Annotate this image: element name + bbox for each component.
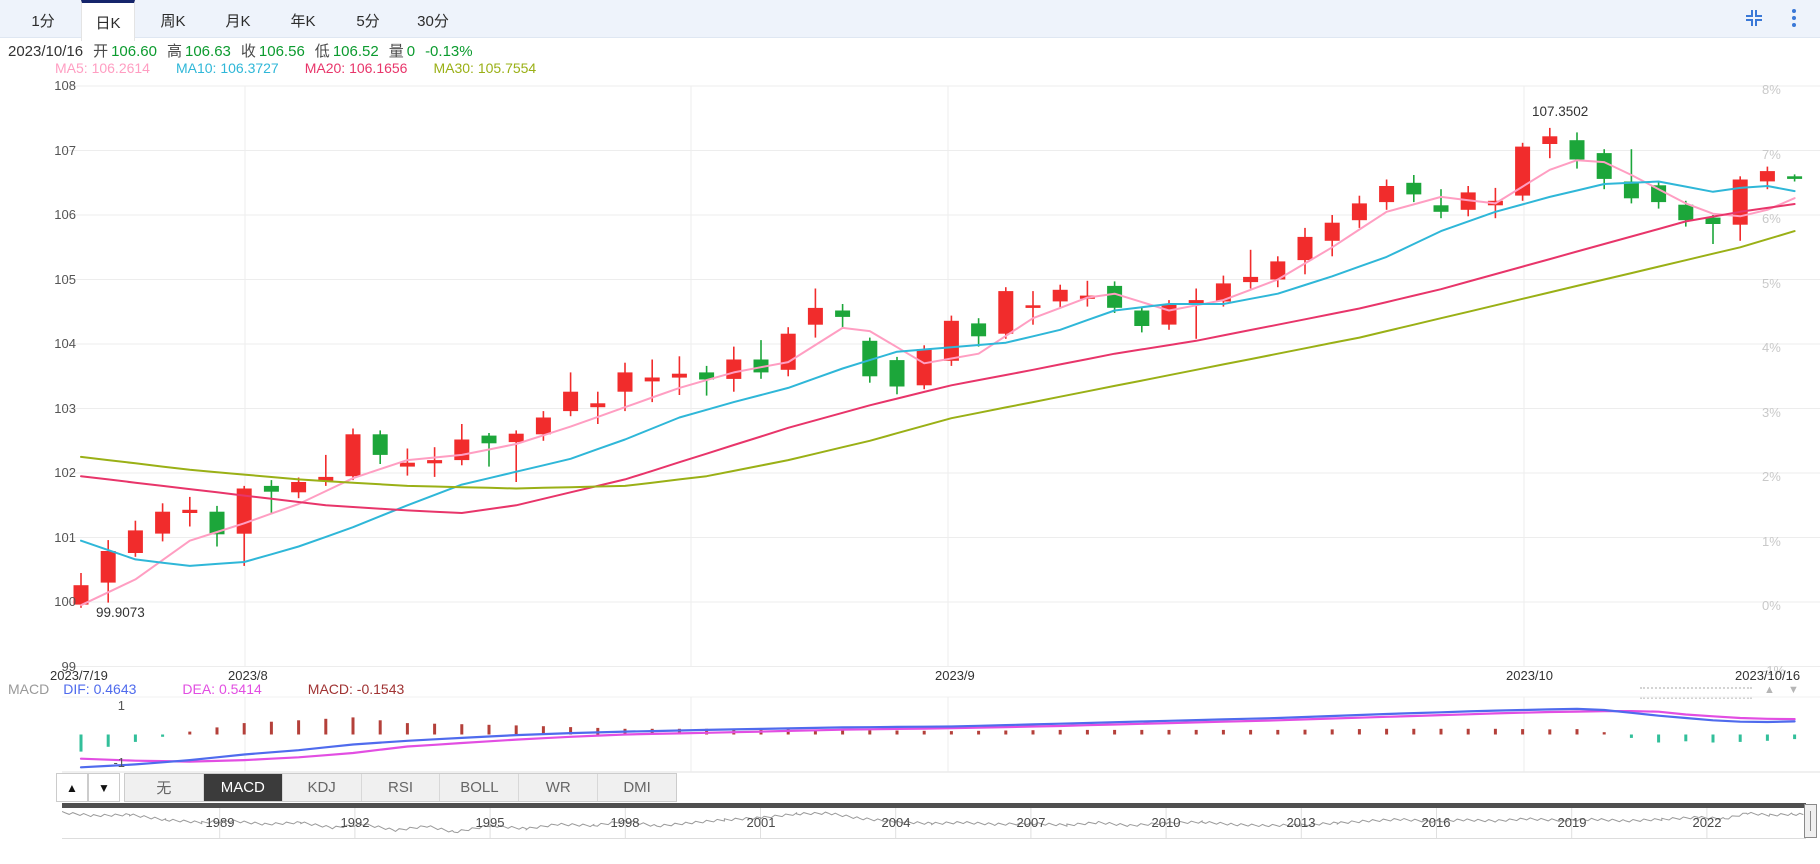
period-tab-2[interactable]: 周K <box>146 0 200 37</box>
percent-tick-4: 4% <box>1762 340 1781 355</box>
navigator-chart <box>61 808 1804 838</box>
navigator-year-3: 1998 <box>610 815 640 830</box>
quote-field-label-4: 量 <box>388 43 404 60</box>
indicator-tab-bar: 无 MACD KDJ RSI BOLL WR DMI <box>124 773 677 802</box>
ma-value-0: MA5: 106.2614 <box>55 60 150 76</box>
percent-tick-0: 8% <box>1762 82 1781 97</box>
period-tab-3[interactable]: 月K <box>211 0 265 37</box>
period-tab-6[interactable]: 30分 <box>406 0 460 37</box>
indicator-tab-4[interactable]: BOLL <box>440 774 520 801</box>
quote-field-value-1: 106.63 <box>185 43 231 60</box>
indicator-tab-2[interactable]: KDJ <box>283 774 362 801</box>
price-tick-1: 107 <box>54 143 76 158</box>
price-tick-3: 105 <box>54 272 76 287</box>
navigator-year-1: 1992 <box>340 815 370 830</box>
ma-overlay-bar: MA5: 106.2614 MA10: 106.3727 MA20: 106.165… <box>55 60 562 80</box>
price-tick-0: 108 <box>54 78 76 93</box>
date-tick-4: 2023/10/16 <box>1735 668 1801 683</box>
date-tick-2: 2023/9 <box>935 668 975 683</box>
more-menu-icon[interactable] <box>1782 6 1806 30</box>
navigator-year-4: 2001 <box>746 815 776 830</box>
navigator-year-8: 2013 <box>1286 815 1316 830</box>
quote-field-label-3: 低 <box>314 43 330 60</box>
candlestick-chart[interactable] <box>0 80 1820 670</box>
percent-tick-3: 5% <box>1762 276 1781 291</box>
price-tick-6: 102 <box>54 465 76 480</box>
period-tab-0[interactable]: 1分 <box>16 0 70 37</box>
quote-field-value-4: 0 <box>406 43 416 60</box>
quote-field-label-0: 开 <box>93 43 109 60</box>
quote-field-value-3: 106.52 <box>332 43 379 60</box>
collapse-icon[interactable] <box>1742 6 1766 30</box>
price-tick-8: 100 <box>54 594 76 609</box>
indicator-tab-6[interactable]: DMI <box>598 774 676 801</box>
navigator-year-0: 1989 <box>205 815 235 830</box>
percent-tick-6: 2% <box>1762 469 1781 484</box>
timeline-navigator[interactable]: 1989 1992 1995 1998 2001 2004 2007 2010 2013 2016… <box>61 808 1806 839</box>
percent-tick-8: 0% <box>1762 598 1781 613</box>
price-annotation-0: 107.3502 <box>1532 104 1589 119</box>
navigator-year-11: 2022 <box>1692 815 1722 830</box>
kline-chart-app: 1分 日K 周K 月K 年K 5分 30分 2023/10/16 开 106.60 高 106.63… <box>0 0 1820 864</box>
quote-change: -0.13% <box>425 43 473 60</box>
quote-date: 2023/10/16 <box>8 43 84 60</box>
price-annotation-1: 99.9073 <box>96 605 145 620</box>
ma-value-2: MA20: 106.1656 <box>304 60 408 76</box>
macd-tick-1: -1 <box>113 755 125 770</box>
percent-tick-7: 1% <box>1762 534 1781 549</box>
date-tick-3: 2023/10 <box>1506 668 1553 683</box>
quote-field-value-2: 106.56 <box>258 43 305 60</box>
period-tabs: 1分 日K 周K 月K 年K 5分 30分 <box>16 0 471 41</box>
navigator-year-9: 2016 <box>1421 815 1451 830</box>
indicator-up-button[interactable]: ▲ <box>56 773 88 802</box>
period-tab-5[interactable]: 5分 <box>341 0 395 37</box>
percent-tick-1: 7% <box>1762 147 1781 162</box>
indicator-down-button[interactable]: ▼ <box>88 773 120 802</box>
navigator-handle[interactable] <box>1804 804 1817 838</box>
price-tick-4: 104 <box>54 336 76 351</box>
ma-value-1: MA10: 106.3727 <box>175 60 279 76</box>
period-tab-1[interactable]: 日K <box>81 0 135 41</box>
indicator-tab-3[interactable]: RSI <box>362 774 441 801</box>
period-tab-bar: 1分 日K 周K 月K 年K 5分 30分 <box>0 0 1820 41</box>
indicator-tab-1[interactable]: MACD <box>203 774 283 801</box>
percent-tick-2: 6% <box>1762 211 1781 226</box>
header-icons <box>1742 6 1806 30</box>
percent-tick-5: 3% <box>1762 405 1781 420</box>
indicator-tab-0[interactable]: 无 <box>125 774 204 801</box>
macd-panel[interactable] <box>0 695 1820 773</box>
quote-field-label-2: 收 <box>240 43 256 60</box>
navigator-year-5: 2004 <box>881 815 911 830</box>
navigator-year-10: 2019 <box>1557 815 1587 830</box>
indicator-tab-5[interactable]: WR <box>519 774 599 801</box>
quote-info-bar: 2023/10/16 开 106.60 高 106.63 收 106.56 低 106.52 量 0… <box>8 40 473 60</box>
quote-field-value-0: 106.60 <box>111 43 157 60</box>
price-tick-7: 101 <box>54 530 76 545</box>
period-tab-4[interactable]: 年K <box>276 0 330 37</box>
navigator-year-6: 2007 <box>1016 815 1046 830</box>
navigator-year-7: 2010 <box>1151 815 1181 830</box>
price-tick-2: 106 <box>54 207 76 222</box>
quote-field-label-1: 高 <box>166 43 182 60</box>
navigator-year-2: 1995 <box>475 815 505 830</box>
ma-value-3: MA30: 105.7554 <box>433 60 537 76</box>
price-tick-5: 103 <box>54 401 76 416</box>
macd-tick-0: 1 <box>117 698 125 713</box>
